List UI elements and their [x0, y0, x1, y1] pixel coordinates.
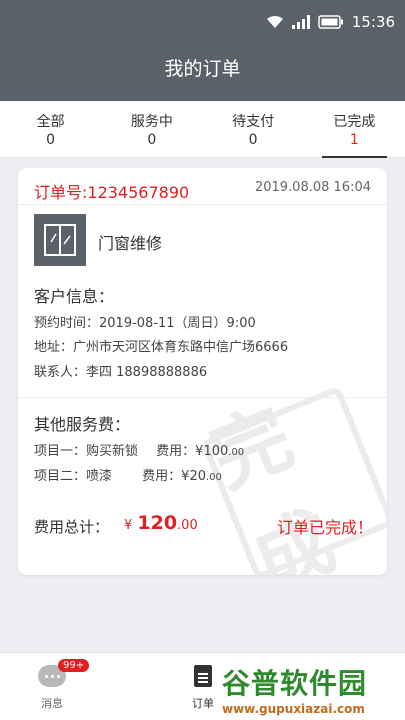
fee-item-amount: ¥100 — [195, 444, 229, 459]
wifi-icon — [266, 15, 284, 29]
fee-item-label: 项目二：喷漆 — [34, 469, 113, 484]
total-currency: ¥ — [124, 518, 133, 533]
order-status: 订单已完成！ — [276, 518, 373, 537]
order-tabs: 全部 0 服务中 0 待支付 0 已完成 1 — [0, 101, 405, 158]
contact: 联系人：李四 18898888886 — [34, 365, 208, 380]
appointment-time: 预约时间：2019-08-11（周日）9:00 — [34, 316, 256, 331]
nav-messages-label: 消息 — [41, 697, 63, 710]
signal-icon — [291, 15, 310, 29]
total-amount: ¥ 120.00 — [124, 512, 198, 534]
fee-item-amount: ¥20 — [181, 469, 206, 484]
divider — [18, 397, 387, 398]
watermark-url: www.gupuxiazai.com — [222, 702, 365, 716]
nav-orders-label: 订单 — [192, 697, 214, 710]
other-fees-title: 其他服务费： — [34, 415, 131, 434]
battery-icon — [318, 15, 344, 29]
total-value: 120 — [137, 512, 178, 534]
tab-in-service[interactable]: 服务中 0 — [101, 101, 202, 157]
watermark: 谷普软件园 www.gupuxiazai.com — [222, 662, 405, 720]
fee-item-fee-label: 费用： — [142, 469, 182, 484]
fee-item-fee-label: 费用： — [156, 444, 196, 459]
nav-orders[interactable]: 订单 — [192, 659, 214, 711]
address: 地址：广州市天河区体育东路中信广场6666 — [34, 340, 289, 355]
tab-label: 服务中 — [130, 114, 173, 130]
tab-all[interactable]: 全部 0 — [0, 101, 101, 157]
tab-count: 0 — [248, 132, 258, 148]
tab-label: 待支付 — [232, 114, 275, 130]
order-card[interactable]: 完成 订单号:1234567890 2019.08.08 16:04 门窗维修 … — [18, 168, 387, 575]
fee-item-1: 项目一：购买新锁 费用：¥100.00 — [34, 440, 244, 459]
messages-badge: 99+ — [58, 659, 90, 672]
status-bar: 15:36 — [266, 12, 395, 32]
tab-count: 0 — [46, 132, 56, 148]
service-name: 门窗维修 — [98, 234, 163, 253]
divider — [18, 204, 387, 205]
tab-count: 1 — [349, 132, 359, 148]
tab-count: 0 — [147, 132, 157, 148]
fee-item-label: 项目一：购买新锁 — [34, 444, 139, 459]
tab-pending-payment[interactable]: 待支付 0 — [203, 101, 304, 157]
tab-completed[interactable]: 已完成 1 — [304, 101, 405, 158]
tab-label: 全部 — [36, 114, 65, 130]
page-title: 我的订单 — [164, 58, 241, 80]
total-decimal: .00 — [177, 518, 198, 533]
window-icon — [34, 214, 86, 266]
document-icon — [194, 665, 212, 687]
tab-label: 已完成 — [333, 114, 376, 130]
status-time: 15:36 — [351, 13, 395, 31]
fee-item-amount-decimal: .00 — [206, 472, 222, 483]
completed-stamp: 完成 — [199, 385, 387, 575]
fee-item-2: 项目二：喷漆 费用：¥20.00 — [34, 465, 222, 484]
header: 15:36 我的订单 — [0, 0, 405, 101]
total-label: 费用总计： — [34, 518, 110, 536]
order-number: 订单号:1234567890 — [34, 183, 190, 202]
fee-item-amount-decimal: .00 — [228, 447, 245, 458]
watermark-text: 谷普软件园 — [222, 667, 368, 700]
order-datetime: 2019.08.08 16:04 — [254, 180, 371, 195]
customer-info-title: 客户信息： — [34, 287, 115, 306]
